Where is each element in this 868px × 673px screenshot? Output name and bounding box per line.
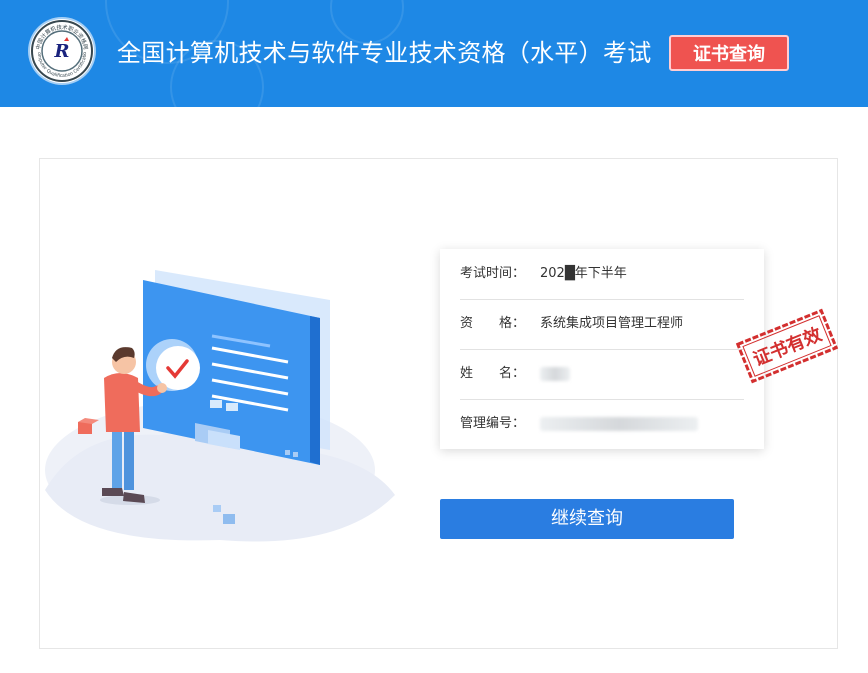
logo-emblem-letter: R: [54, 41, 70, 62]
redacted-name: [540, 366, 570, 381]
site-header: 中国计算机技术职业资格网 Computer Qualification Cert…: [0, 0, 868, 107]
management-number-label: 管理编号：: [460, 416, 526, 431]
name-label: 姓 名：: [460, 366, 526, 381]
management-number-value: [540, 399, 698, 449]
illustration-person-checking-screen: [45, 270, 395, 542]
continue-query-button[interactable]: 继续查询: [440, 499, 734, 539]
info-row-exam-time: 考试时间： 202█年下半年: [460, 249, 744, 300]
exam-time-value: 202█年下半年: [540, 266, 627, 281]
info-row-name: 姓 名：: [460, 349, 744, 400]
site-logo: 中国计算机技术职业资格网 Computer Qualification Cert…: [28, 15, 94, 83]
exam-time-label: 考试时间：: [460, 266, 526, 281]
qualification-label: 资 格：: [460, 316, 526, 331]
logo-emblem-icon: 中国计算机技术职业资格网 Computer Qualification Cert…: [28, 15, 93, 82]
info-row-management-number: 管理编号：: [460, 399, 744, 449]
certificate-info-panel: 考试时间： 202█年下半年 资 格： 系统集成项目管理工程师 姓 名： 管理编…: [440, 249, 764, 449]
name-value: [540, 349, 570, 399]
redacted-management-number: [540, 416, 698, 431]
qualification-value: 系统集成项目管理工程师: [540, 316, 684, 331]
page-title: 全国计算机技术与软件专业技术资格（水平）考试: [117, 39, 652, 67]
info-row-qualification: 资 格： 系统集成项目管理工程师: [460, 299, 744, 350]
certificate-query-button[interactable]: 证书查询: [669, 35, 789, 71]
